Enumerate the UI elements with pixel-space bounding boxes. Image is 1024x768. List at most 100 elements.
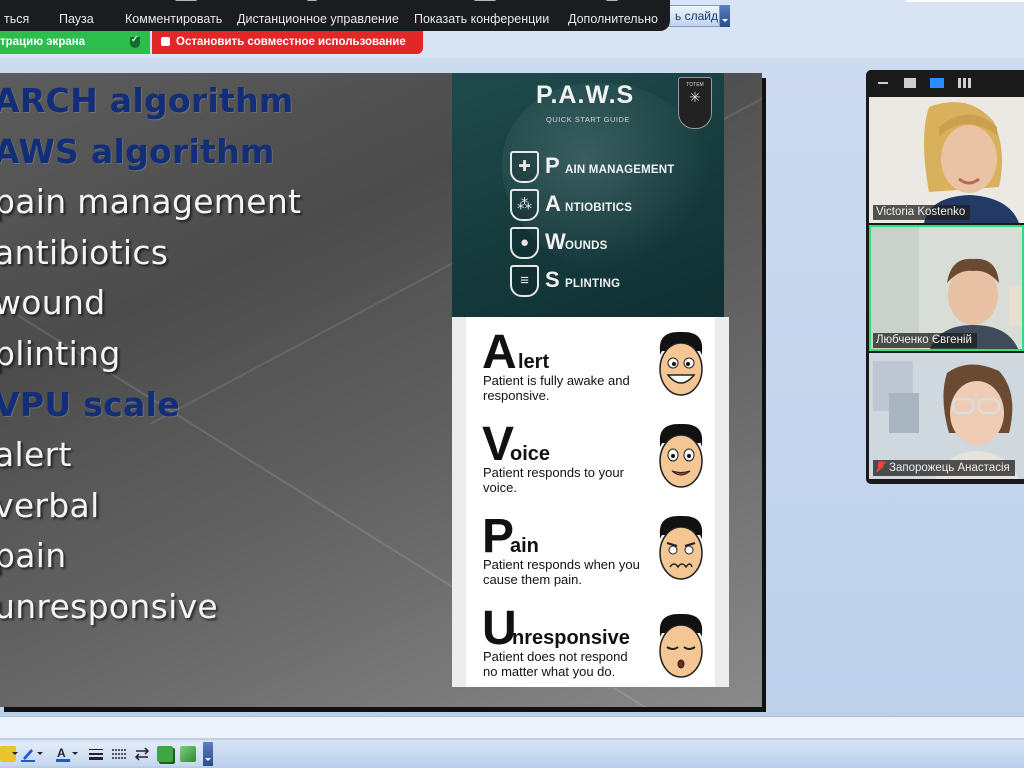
next-slide-button[interactable]: ь слайд xyxy=(668,5,720,27)
participant-tile[interactable]: Любченко Євгеній xyxy=(869,225,1024,351)
fill-color-dropdown-icon[interactable] xyxy=(12,752,18,755)
slide-bullet: VPU scale xyxy=(0,385,180,424)
paws-letter: P xyxy=(545,153,560,178)
ribbon-edge xyxy=(906,0,1024,2)
slide-bullet: wound xyxy=(0,283,106,322)
surprised-face-icon xyxy=(659,423,703,488)
totem-badge-label: TOTEM xyxy=(686,82,704,88)
participant-name: Запорожець Анастасія xyxy=(889,462,1010,474)
slide-bullet: verbal xyxy=(0,486,100,525)
smiling-face-icon xyxy=(659,331,703,396)
single-view-icon[interactable] xyxy=(904,78,916,88)
toolbar-item-label: Дополнительно xyxy=(568,12,658,26)
avpu-row-voice: V oice Patient responds to your voice. xyxy=(466,421,715,513)
stop-share-label: Остановить совместное использование xyxy=(176,36,406,48)
paws-subtitle: QUICK START GUIDE xyxy=(546,115,630,124)
drawing-tools-group: A xyxy=(0,742,212,766)
stop-share-button[interactable]: Остановить совместное использование xyxy=(152,31,423,54)
splint-icon: ≡ xyxy=(510,265,539,297)
slide-bullet: alert xyxy=(0,435,72,474)
minimize-icon[interactable] xyxy=(878,82,888,84)
toolbar-options-button[interactable] xyxy=(203,742,213,766)
line-color-dropdown-icon[interactable] xyxy=(37,752,43,755)
toolbar-item-label: Дистанционное управление xyxy=(237,12,399,26)
slide-canvas: ARCH algorithm AWS algorithm pain manage… xyxy=(0,73,762,707)
toolbar-item-share[interactable]: ться xyxy=(4,12,29,26)
status-strip xyxy=(0,716,1024,738)
paws-letter: W xyxy=(545,229,566,254)
toolbar-item-label: Пауза xyxy=(59,12,94,26)
participant-tile[interactable]: Victoria Kostenko xyxy=(869,97,1024,223)
avpu-description: Patient does not respond no matter what … xyxy=(483,649,628,679)
participant-tile[interactable]: Запорожець Анастасія xyxy=(869,353,1024,479)
slide-bullet: pain xyxy=(0,536,67,575)
paws-poster: P.A.W.S QUICK START GUIDE TOTEM ✳ ✚ P AI… xyxy=(452,73,724,317)
sleepy-face-icon xyxy=(659,613,703,678)
participants-panel: Victoria Kostenko Любченко Євгеній Запор… xyxy=(866,70,1024,484)
pen-icon xyxy=(175,0,197,1)
font-color-icon[interactable]: A xyxy=(55,746,71,762)
toolbar-item-pause[interactable]: Пауза xyxy=(59,12,94,26)
avpu-word: nresponsive xyxy=(512,627,630,649)
screen-icon xyxy=(474,0,496,1)
3d-style-icon[interactable] xyxy=(180,746,196,762)
font-color-dropdown-icon[interactable] xyxy=(72,752,78,755)
strip-view-icon[interactable] xyxy=(930,78,944,88)
avpu-description: Patient responds when you cause them pai… xyxy=(483,557,640,587)
line-style-icon[interactable] xyxy=(88,746,104,762)
slide-bullet: AWS algorithm xyxy=(0,132,275,171)
participant-name: Любченко Євгеній xyxy=(873,333,977,348)
toolbar-item-more[interactable]: Дополнительно xyxy=(568,0,658,26)
avpu-word: lert xyxy=(518,351,550,373)
arrow-style-icon[interactable] xyxy=(134,746,150,762)
toolbar-item-annotate[interactable]: Комментировать xyxy=(125,0,223,26)
svg-text:A: A xyxy=(57,746,66,760)
mouse-icon xyxy=(307,0,317,1)
shadow-style-icon[interactable] xyxy=(157,746,173,762)
mic-muted-icon xyxy=(876,461,885,472)
injection-icon: ✚ xyxy=(510,151,539,183)
zoom-share-toolbar: ться Пауза Комментировать Дистанционное … xyxy=(0,0,670,31)
toolbar-item-remote-control[interactable]: Дистанционное управление xyxy=(237,0,399,26)
share-status-label: трацию экрана xyxy=(0,36,86,48)
more-icon xyxy=(606,0,618,1)
totem-badge: TOTEM ✳ xyxy=(678,77,712,129)
avpu-row-unresponsive: U nresponsive Patient does not respond n… xyxy=(466,605,715,697)
star-of-life-icon: ✳ xyxy=(689,89,701,105)
slide-bullet: plinting xyxy=(0,334,121,373)
paws-word: AIN MANAGEMENT xyxy=(565,164,675,176)
toolbar-item-label: ться xyxy=(4,12,30,26)
avpu-word: oice xyxy=(510,443,551,465)
stop-icon xyxy=(161,37,170,46)
avpu-row-pain: P ain Patient responds when you cause th… xyxy=(466,513,715,605)
view-switcher xyxy=(866,70,1024,96)
slide-bullet: antibiotics xyxy=(0,233,169,272)
paws-letter: S xyxy=(545,267,560,292)
grid-view-icon[interactable] xyxy=(958,78,972,88)
paws-word: NTIOBITICS xyxy=(565,202,633,214)
avpu-description: Patient responds to your voice. xyxy=(483,465,624,495)
paws-word: OUNDS xyxy=(565,240,608,252)
dash-style-icon[interactable] xyxy=(111,746,127,762)
toolbar-item-label: Комментировать xyxy=(125,12,223,26)
avpu-poster: A lert Patient is fully awake and respon… xyxy=(452,317,729,687)
pained-face-icon xyxy=(659,515,703,580)
toolbar-item-show-conference[interactable]: Показать конференции xyxy=(414,0,550,26)
paws-word: PLINTING xyxy=(565,278,621,290)
slide-bullet: pain management xyxy=(0,182,302,221)
slide-bullet: unresponsive xyxy=(0,587,219,626)
avpu-letter: A xyxy=(482,326,517,379)
avpu-word: ain xyxy=(510,535,539,557)
avpu-row-alert: A lert Patient is fully awake and respon… xyxy=(466,329,715,421)
participant-name: Victoria Kostenko xyxy=(873,205,971,220)
toolbar-item-label: Показать конференции xyxy=(414,12,550,26)
screen-share-status: трацию экрана xyxy=(0,31,150,54)
shield-icon xyxy=(130,34,140,48)
paws-title: P.A.W.S xyxy=(536,81,635,109)
line-color-icon[interactable] xyxy=(20,746,36,762)
pills-icon: ⁂ xyxy=(510,189,539,221)
paws-letter: A xyxy=(545,191,561,216)
avpu-description: Patient is fully awake and responsive. xyxy=(483,373,630,403)
slide-bullet: ARCH algorithm xyxy=(0,81,294,120)
next-slide-dropdown[interactable] xyxy=(720,5,730,27)
